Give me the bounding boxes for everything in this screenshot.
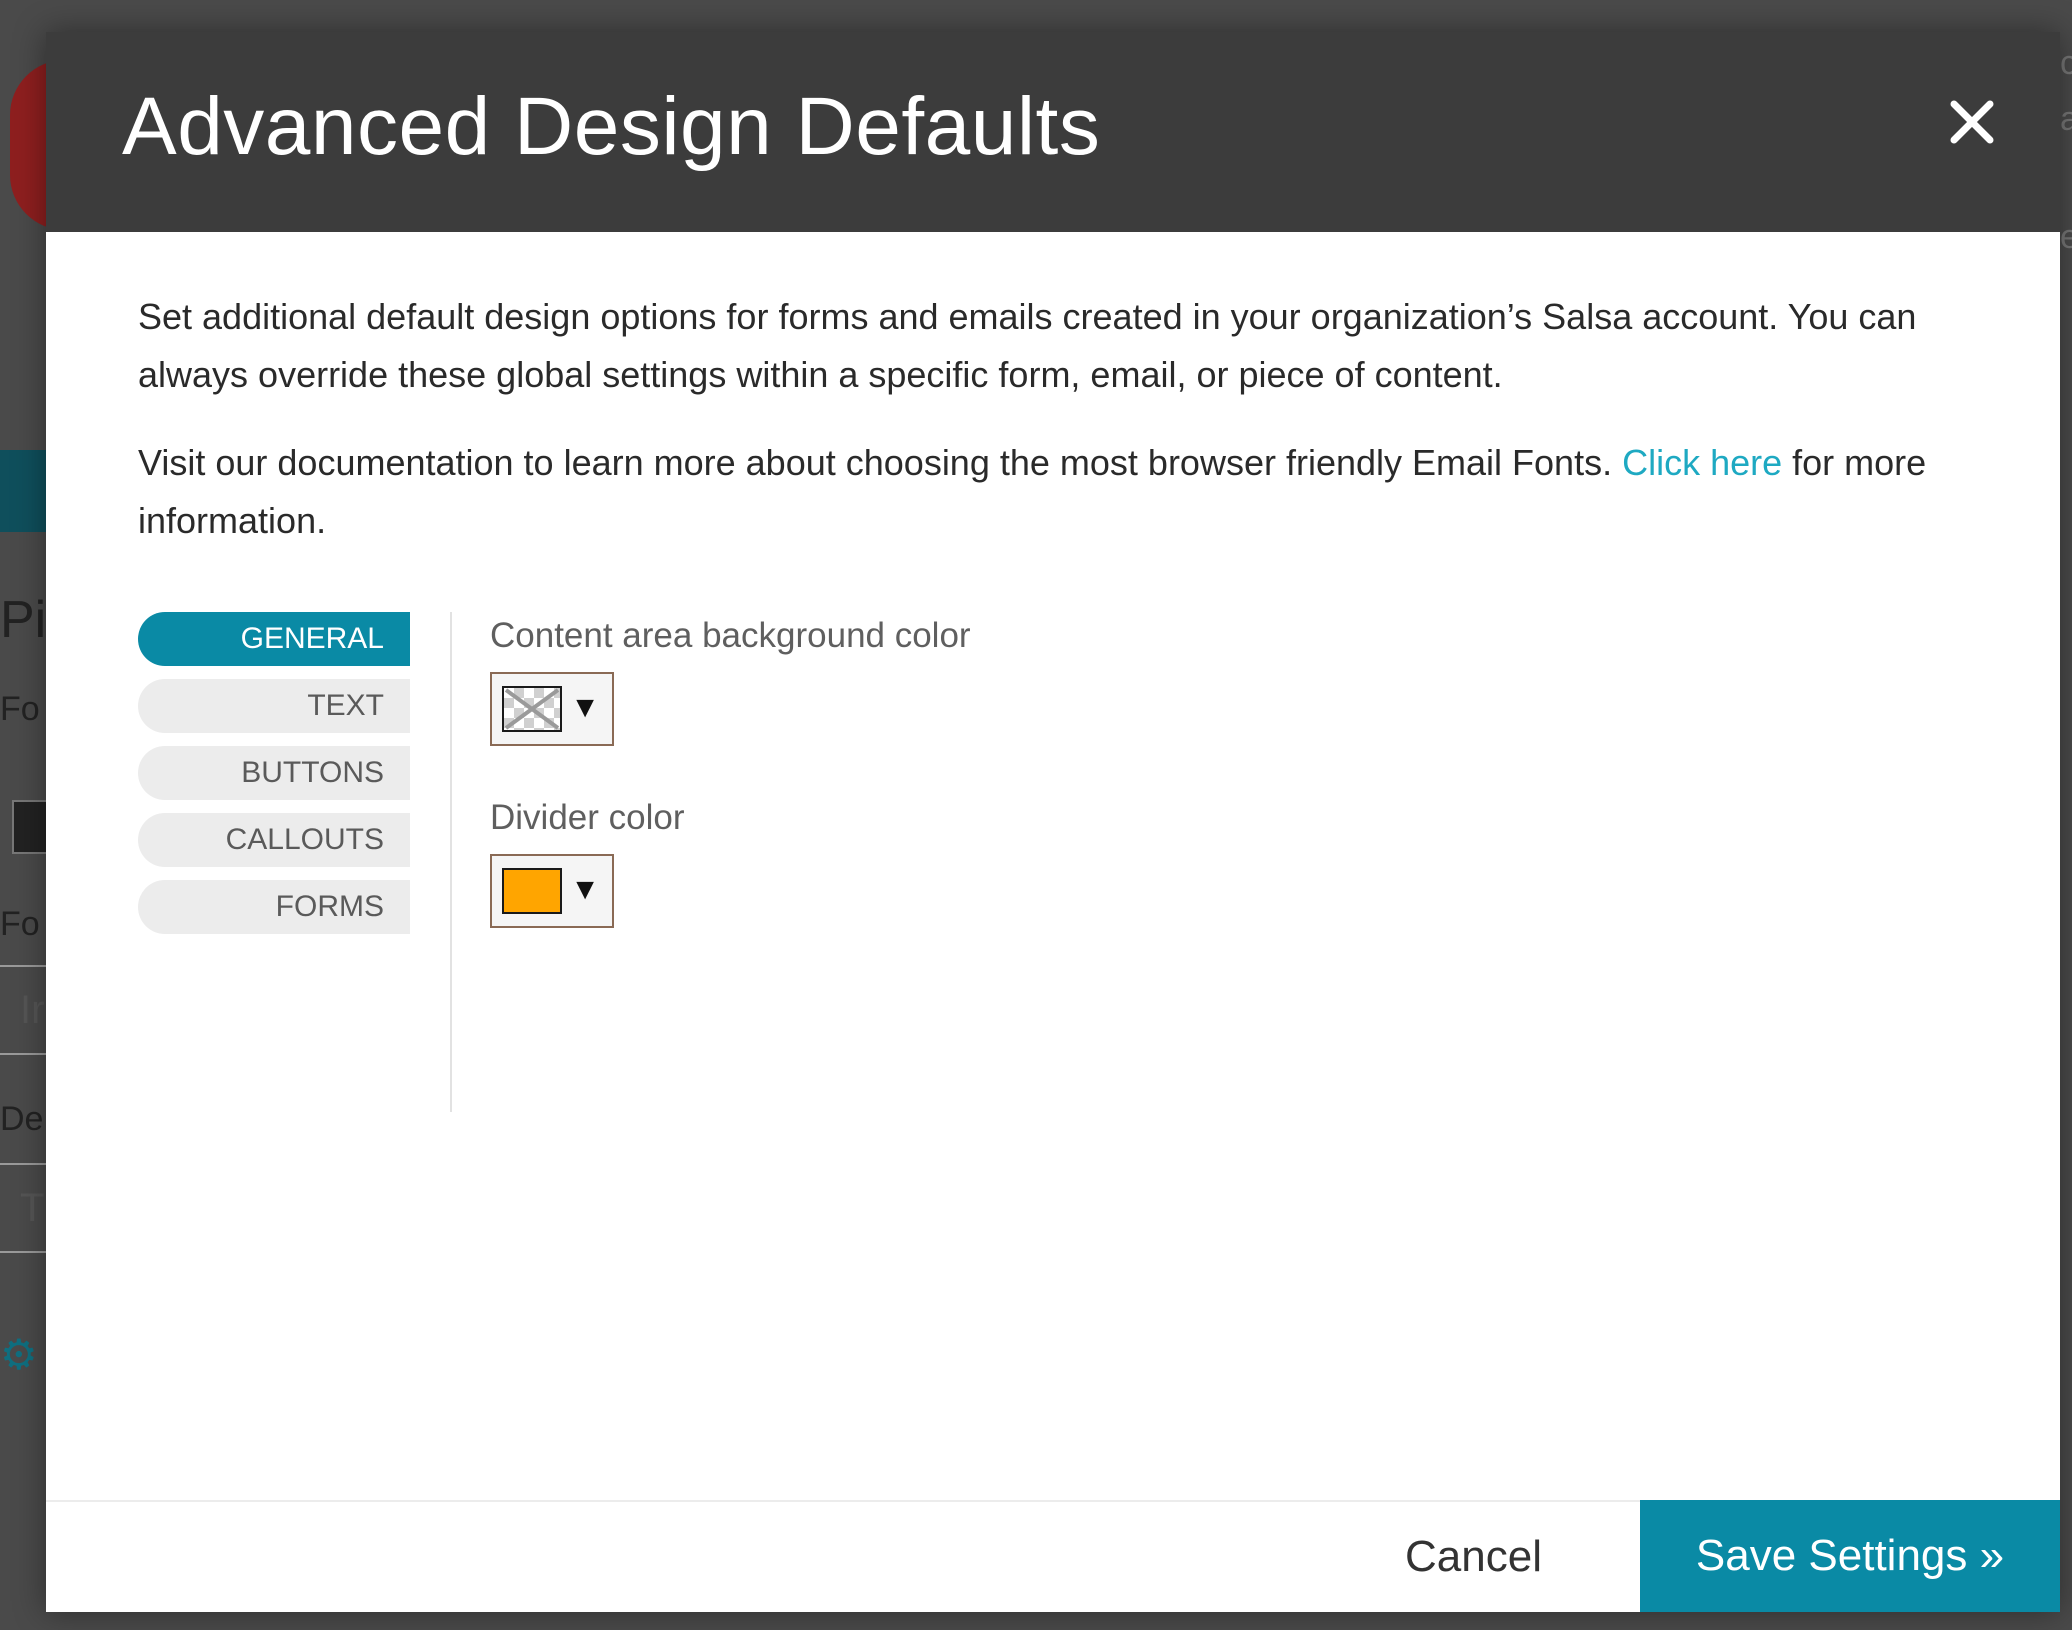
content-bg-color-label: Content area background color bbox=[490, 616, 971, 655]
background-text-fragment: e bbox=[2060, 218, 2072, 256]
click-here-link[interactable]: Click here bbox=[1622, 442, 1782, 483]
content-bg-color-picker[interactable]: ▼ bbox=[490, 672, 614, 746]
tabs-divider bbox=[450, 612, 452, 1112]
intro-paragraph: Set additional default design options fo… bbox=[138, 296, 1917, 395]
gear-icon: ⚙ bbox=[0, 1331, 38, 1378]
close-button[interactable] bbox=[1944, 94, 2000, 150]
transparent-swatch-icon bbox=[502, 686, 562, 732]
divider-color-label: Divider color bbox=[490, 798, 685, 837]
dropdown-arrow-icon: ▼ bbox=[570, 691, 600, 724]
divider-color-picker[interactable]: ▼ bbox=[490, 854, 614, 928]
background-text-fragment: a bbox=[2060, 100, 2072, 138]
advanced-design-defaults-modal: Advanced Design Defaults Set additional … bbox=[46, 32, 2060, 1612]
documentation-paragraph: Visit our documentation to learn more ab… bbox=[138, 434, 1968, 550]
close-icon bbox=[1950, 100, 1994, 144]
divider-color-swatch bbox=[502, 868, 562, 914]
modal-body: Set additional default design options fo… bbox=[138, 232, 1968, 550]
settings-tabs: GENERAL TEXT BUTTONS CALLOUTS FORMS bbox=[138, 612, 410, 947]
background-label: Fo bbox=[0, 690, 40, 728]
background-heading: Pi bbox=[0, 591, 47, 649]
tab-buttons[interactable]: BUTTONS bbox=[138, 746, 410, 800]
tab-general[interactable]: GENERAL bbox=[138, 612, 410, 666]
background-label: Fo bbox=[0, 905, 40, 943]
dropdown-arrow-icon: ▼ bbox=[570, 873, 600, 906]
general-settings-panel: Content area background color ▼ Divider … bbox=[490, 612, 971, 928]
modal-title: Advanced Design Defaults bbox=[122, 81, 1101, 172]
background-text-fragment: c bbox=[2060, 44, 2072, 82]
documentation-text: Visit our documentation to learn more ab… bbox=[138, 442, 1623, 483]
tab-callouts[interactable]: CALLOUTS bbox=[138, 813, 410, 867]
modal-header: Advanced Design Defaults bbox=[46, 32, 2060, 232]
save-settings-button[interactable]: Save Settings » bbox=[1640, 1500, 2060, 1612]
tab-text[interactable]: TEXT bbox=[138, 679, 410, 733]
tab-forms[interactable]: FORMS bbox=[138, 880, 410, 934]
modal-footer: Cancel Save Settings » bbox=[46, 1500, 2060, 1612]
background-label: De bbox=[0, 1100, 44, 1138]
cancel-button[interactable]: Cancel bbox=[1405, 1502, 1542, 1612]
